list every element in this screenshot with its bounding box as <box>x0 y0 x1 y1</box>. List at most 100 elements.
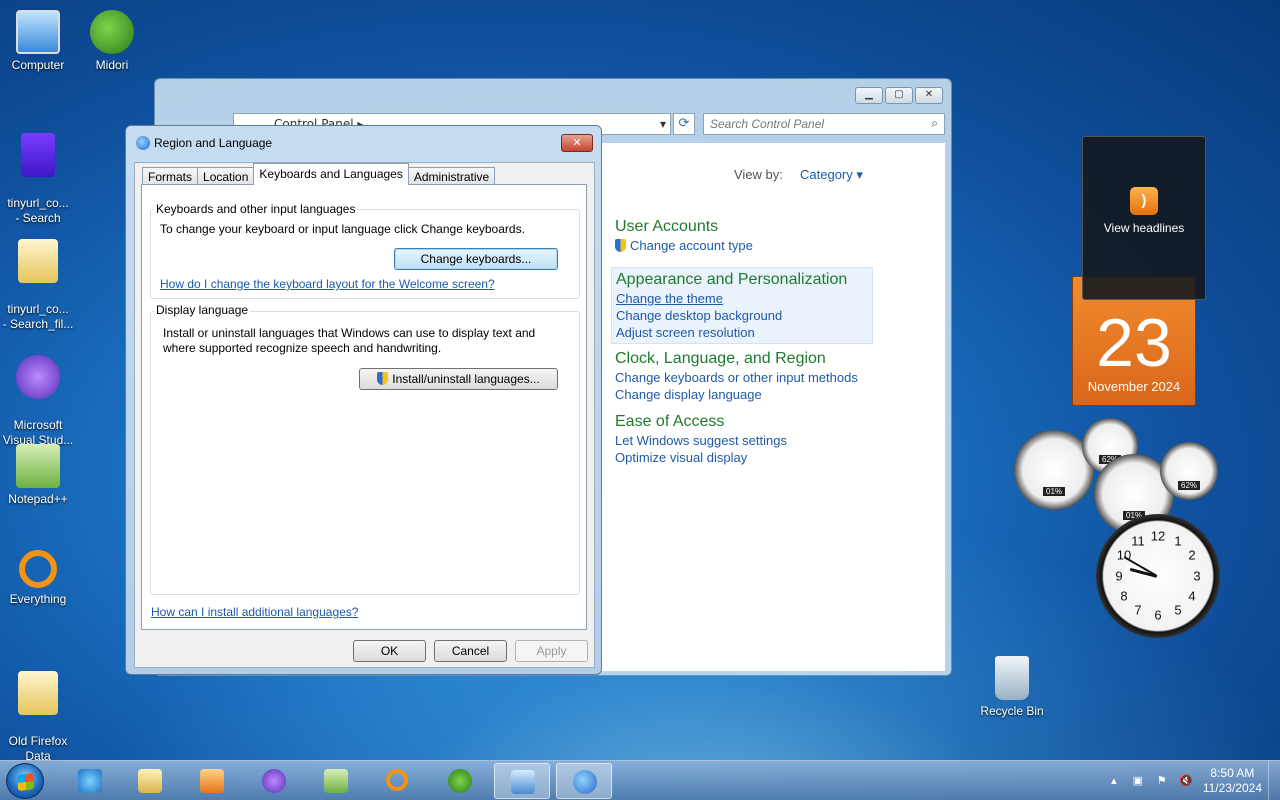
desktop-icon-label: Everything <box>9 592 67 606</box>
taskbar-clock[interactable]: 8:50 AM 11/23/2024 <box>1203 766 1262 796</box>
install-additional-languages-link[interactable]: How can I install additional languages? <box>151 605 358 619</box>
globe-icon <box>573 770 597 794</box>
search-placeholder: Search Control Panel <box>710 117 825 131</box>
taskbar-notepadpp[interactable] <box>308 763 364 799</box>
desktop-icon-everything[interactable]: Everything <box>0 550 76 607</box>
apply-button[interactable]: Apply <box>515 640 588 662</box>
visual-studio-icon <box>16 355 60 399</box>
ok-button[interactable]: OK <box>353 640 426 662</box>
calendar-month: November 2024 <box>1087 379 1181 394</box>
desktop-icon-notepadpp[interactable]: Notepad++ <box>0 444 76 507</box>
tab-administrative[interactable]: Administrative <box>407 167 496 185</box>
clock-number: 11 <box>1131 533 1145 549</box>
start-button[interactable] <box>6 763 44 799</box>
clock-number: 3 <box>1193 568 1201 584</box>
midori-icon <box>448 769 472 793</box>
taskbar: ▴ ▣ ⚑ 🔇 8:50 AM 11/23/2024 <box>0 760 1280 800</box>
show-desktop-button[interactable] <box>1268 761 1280 800</box>
keyboards-description: To change your keyboard or input languag… <box>160 222 525 236</box>
media-player-icon <box>200 769 224 793</box>
category-ease-of-access: Ease of Access Let Windows suggest setti… <box>615 412 787 466</box>
desktop-icon-recycle-bin[interactable]: Recycle Bin <box>974 656 1050 719</box>
network-icon[interactable]: ▣ <box>1131 774 1145 788</box>
refresh-icon[interactable]: ⟳ <box>673 113 695 135</box>
taskbar-time: 8:50 AM <box>1210 766 1255 780</box>
category-link[interactable]: Let Windows suggest settings <box>615 432 787 449</box>
tab-strip: Formats Location Keyboards and Languages… <box>142 163 496 185</box>
show-hidden-icons-icon[interactable]: ▴ <box>1107 774 1121 788</box>
taskbar-internet-explorer[interactable] <box>62 763 118 799</box>
tab-location[interactable]: Location <box>197 167 255 185</box>
clock-number: 12 <box>1150 528 1166 544</box>
taskbar-explorer[interactable] <box>122 763 178 799</box>
group-label: Keyboards and other input languages <box>154 202 358 216</box>
notepadpp-icon <box>16 444 60 488</box>
search-icon[interactable]: ⌕ <box>931 116 938 131</box>
desktop-icon-midori[interactable]: Midori <box>74 10 150 73</box>
cancel-button[interactable]: Cancel <box>434 640 507 662</box>
clock-number: 9 <box>1115 568 1123 584</box>
volume-muted-icon[interactable]: 🔇 <box>1179 774 1193 788</box>
desktop-icon-tinyurl-search[interactable]: tinyurl_co... - Search <box>0 118 76 241</box>
memory-meter-gadget[interactable]: 62% <box>1160 442 1218 500</box>
feed-label: View headlines <box>1103 221 1185 235</box>
system-tray: ▴ ▣ ⚑ 🔇 8:50 AM 11/23/2024 <box>1107 761 1262 800</box>
window-controls: ▁ ▢ ✕ <box>855 87 943 104</box>
welcome-keyboard-help-link[interactable]: How do I change the keyboard layout for … <box>160 277 495 291</box>
clock-gadget[interactable]: 12 1 2 3 4 5 6 7 8 9 10 11 <box>1096 514 1220 638</box>
desktop-icon-label: tinyurl_co... - Search <box>7 196 69 225</box>
shield-icon <box>377 372 389 385</box>
region-language-dialog[interactable]: Region and Language ✕ Formats Location K… <box>125 125 602 675</box>
category-title[interactable]: Clock, Language, and Region <box>615 349 858 369</box>
meter-value: 01% <box>1042 486 1066 496</box>
desktop-icon-computer[interactable]: Computer <box>0 10 76 73</box>
category-link[interactable]: Change account type <box>615 237 753 254</box>
category-link[interactable]: Change display language <box>615 386 858 403</box>
folder-icon <box>18 239 58 283</box>
tab-formats[interactable]: Formats <box>142 167 199 185</box>
minimize-button[interactable]: ▁ <box>855 87 883 104</box>
category-link[interactable]: Change desktop background <box>616 307 868 324</box>
taskbar-everything[interactable] <box>370 763 426 799</box>
everything-icon <box>19 550 57 588</box>
category-title[interactable]: Appearance and Personalization <box>616 270 868 290</box>
taskbar-media-player[interactable] <box>184 763 240 799</box>
taskbar-control-panel[interactable] <box>494 763 550 799</box>
document-icon <box>21 133 55 177</box>
close-button[interactable]: ✕ <box>915 87 943 104</box>
close-button[interactable]: ✕ <box>561 134 593 152</box>
view-by-dropdown[interactable]: Category ▾ <box>800 167 863 183</box>
clock-number: 5 <box>1174 602 1182 618</box>
clock-number: 4 <box>1188 588 1196 604</box>
action-center-flag-icon[interactable]: ⚑ <box>1155 774 1169 788</box>
taskbar-midori[interactable] <box>432 763 488 799</box>
windows-logo-icon <box>18 773 34 791</box>
clock-number: 6 <box>1154 607 1162 623</box>
visual-studio-icon <box>262 769 286 793</box>
taskbar-date: 11/23/2024 <box>1202 781 1262 795</box>
search-input[interactable]: Search Control Panel ⌕ <box>703 113 945 135</box>
display-language-description: Install or uninstall languages that Wind… <box>163 326 536 355</box>
desktop-icon-tinyurl-files[interactable]: tinyurl_co... - Search_fil... <box>0 224 76 347</box>
computer-icon <box>16 10 60 54</box>
recycle-bin-icon <box>995 656 1029 700</box>
taskbar-visual-studio[interactable] <box>246 763 302 799</box>
tab-keyboards-languages[interactable]: Keyboards and Languages <box>253 163 409 185</box>
taskbar-region-language[interactable] <box>556 763 612 799</box>
feed-headlines-gadget[interactable]: ) View headlines <box>1082 136 1206 300</box>
category-link[interactable]: Adjust screen resolution <box>616 324 868 341</box>
category-link[interactable]: Change keyboards or other input methods <box>615 369 858 386</box>
maximize-button[interactable]: ▢ <box>885 87 913 104</box>
dialog-body: Formats Location Keyboards and Languages… <box>134 162 595 668</box>
category-link[interactable]: Change the theme <box>616 290 868 307</box>
install-languages-button[interactable]: Install/uninstall languages... <box>359 368 558 390</box>
chevron-down-icon[interactable]: ▾ <box>660 117 666 131</box>
change-keyboards-button[interactable]: Change keyboards... <box>394 248 558 270</box>
category-title[interactable]: User Accounts <box>615 217 753 237</box>
view-by-label: View by: <box>734 167 783 182</box>
shield-icon <box>615 239 626 252</box>
category-link[interactable]: Optimize visual display <box>615 449 787 466</box>
tab-page: Keyboards and other input languages To c… <box>141 184 587 630</box>
category-title[interactable]: Ease of Access <box>615 412 787 432</box>
folder-icon <box>18 671 58 715</box>
